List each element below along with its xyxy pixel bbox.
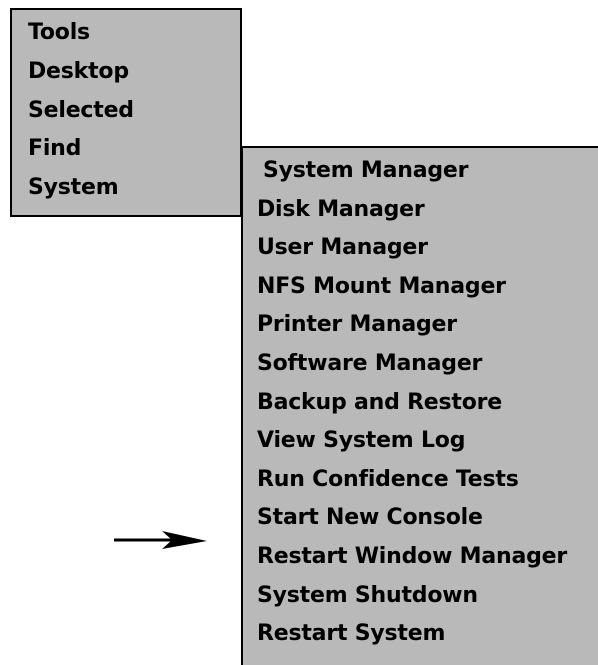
submenu-item-start-new-console[interactable]: Start New Console [257,499,598,538]
menu-item-selected[interactable]: Selected [28,92,240,131]
submenu-item-disk-manager[interactable]: Disk Manager [257,191,598,230]
submenu-item-system-manager[interactable]: System Manager [257,152,598,191]
menu-item-desktop[interactable]: Desktop [28,53,240,92]
submenu-item-restart-window-manager[interactable]: Restart Window Manager [257,538,598,577]
submenu-item-printer-manager[interactable]: Printer Manager [257,306,598,345]
menu-item-tools[interactable]: Tools [28,14,240,53]
submenu-item-software-manager[interactable]: Software Manager [257,345,598,384]
submenu-item-restart-system[interactable]: Restart System [257,615,598,654]
submenu-item-nfs-mount-manager[interactable]: NFS Mount Manager [257,268,598,307]
menu-item-find[interactable]: Find [28,130,240,169]
submenu-item-view-system-log[interactable]: View System Log [257,422,598,461]
main-menu: Tools Desktop Selected Find System [10,8,242,217]
submenu-item-run-confidence-tests[interactable]: Run Confidence Tests [257,461,598,500]
menu-item-system[interactable]: System [28,169,240,208]
submenu-item-backup-and-restore[interactable]: Backup and Restore [257,384,598,423]
submenu-item-user-manager[interactable]: User Manager [257,229,598,268]
arrow-right-icon [114,531,207,549]
system-submenu: System Manager Disk Manager User Manager… [241,146,598,665]
submenu-item-system-shutdown[interactable]: System Shutdown [257,577,598,616]
